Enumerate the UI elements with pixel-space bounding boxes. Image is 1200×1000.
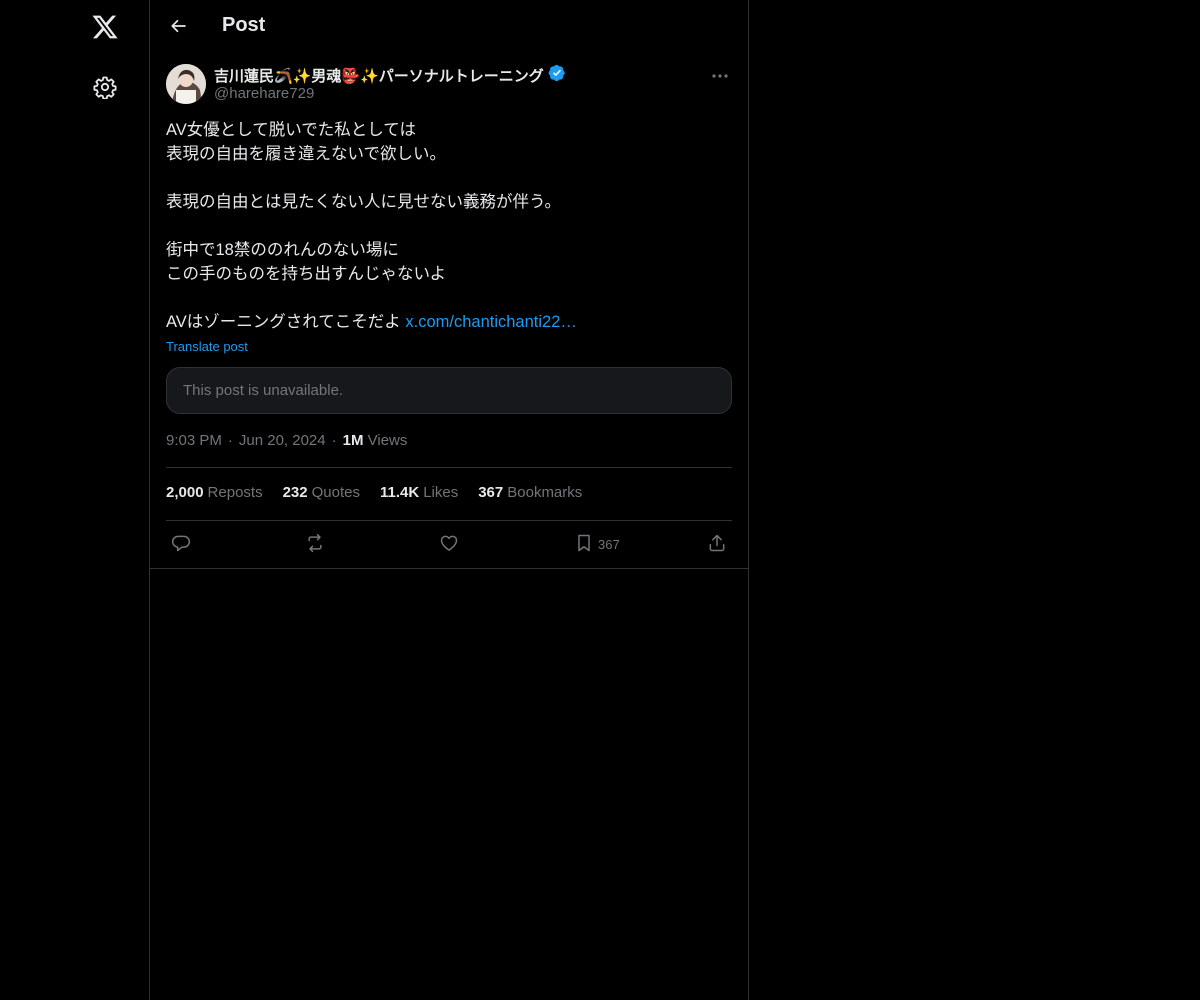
likes-count: 11.4K [379,484,420,501]
action-bar: 367 [166,530,732,570]
divider [166,467,732,468]
more-options-icon[interactable] [708,66,732,86]
settings-gear-icon[interactable] [85,67,125,107]
bookmarks-stat[interactable]: 367 Bookmarks [478,484,582,501]
bookmark-button[interactable]: 367 [574,530,620,558]
likes-label: Likes [423,484,459,501]
unavailable-text: This post is unavailable. [183,382,344,399]
post-time[interactable]: 9:03 PM [166,432,222,449]
share-icon [707,533,727,556]
views-label: Views [363,432,408,449]
page-title: Post [222,14,266,36]
main-column: Post 吉川蓮民🪃✨男魂👺✨パーソナルトレーニング @harehare729 [149,0,749,1000]
divider [166,520,732,521]
quoted-post-unavailable: This post is unavailable. [166,367,732,414]
like-button[interactable] [439,530,459,558]
post-text: AV女優として脱いでた私としては 表現の自由を履き違えないで欲しい。 表現の自由… [166,118,732,334]
post-link[interactable]: x.com/chantichanti22… [405,313,577,331]
post-date[interactable]: Jun 20, 2024 [239,432,326,449]
reply-button[interactable] [171,530,191,558]
post-meta: 9:03 PM · Jun 20, 2024 · 1M Views [166,432,407,449]
avatar[interactable] [166,64,206,104]
repost-button[interactable] [304,530,326,558]
author-handle[interactable]: @harehare729 [214,85,566,105]
post-bottom-border [150,568,748,569]
reposts-count: 2,000 [166,484,204,501]
bookmarks-count: 367 [478,484,504,501]
author-name[interactable]: 吉川蓮民🪃✨男魂👺✨パーソナルトレーニング [214,65,544,86]
post-body-text: AV女優として脱いでた私としては 表現の自由を履き違えないで欲しい。 表現の自由… [166,121,562,331]
bookmark-icon [574,533,594,556]
likes-stat[interactable]: 11.4K Likes [380,484,458,501]
post-stats: 2,000 Reposts 232 Quotes 11.4K Likes 367 Boo… [166,484,582,501]
heart-icon [439,533,459,556]
bookmarks-label: Bookmarks [507,484,583,501]
views-count: 1M [342,432,364,449]
reposts-stat[interactable]: 2,000 Reposts [166,484,263,501]
quotes-label: Quotes [311,484,360,501]
translate-post-link[interactable]: Translate post [166,339,248,354]
x-logo-icon[interactable] [85,7,125,47]
quotes-stat[interactable]: 232 Quotes [283,484,360,501]
left-nav [0,0,150,1000]
verified-badge-icon [548,64,566,86]
topbar: Post [150,0,748,54]
quotes-count: 232 [282,484,308,501]
reposts-label: Reposts [207,484,263,501]
back-arrow-icon[interactable] [162,9,196,43]
share-button[interactable] [707,530,727,558]
author-name-row[interactable]: 吉川蓮民🪃✨男魂👺✨パーソナルトレーニング [214,64,566,86]
repost-icon [304,533,326,556]
meta-separator: · [227,432,233,449]
meta-separator: · [331,432,337,449]
reply-icon [171,533,191,556]
bookmark-count: 367 [598,536,620,552]
author-info: 吉川蓮民🪃✨男魂👺✨パーソナルトレーニング @harehare729 [214,64,566,105]
